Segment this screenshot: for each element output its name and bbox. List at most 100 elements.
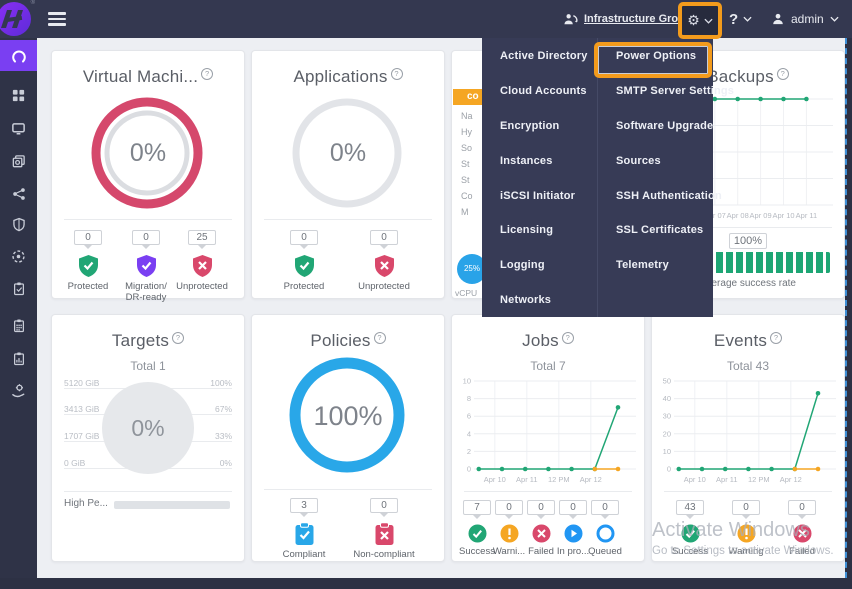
card-targets: Targets? Total 1 5120 GiB 3413 GiB 1707 … <box>51 314 245 562</box>
sidebar-item-dashboard[interactable] <box>0 40 37 71</box>
circle-ring-icon <box>596 524 615 543</box>
stat-unprotected: 25 Unprotected <box>170 227 234 292</box>
help-icon[interactable]: ? <box>172 332 184 344</box>
top-bar: ® Infrastructure Group ? admin <box>0 0 852 38</box>
sidebar-item-support[interactable] <box>0 375 37 406</box>
menu-item-sources[interactable]: Sources <box>598 143 713 178</box>
card-virtual-machines: Virtual Machi...? 0% 0 Protected 0 Migra… <box>51 50 245 299</box>
user-label: admin <box>791 12 824 26</box>
svg-text:40: 40 <box>663 394 671 403</box>
menu-item-active-directory[interactable]: Active Directory <box>482 39 597 74</box>
svg-text:0: 0 <box>667 465 671 474</box>
svg-text:Apr 08: Apr 08 <box>727 211 749 220</box>
help-icon[interactable]: ? <box>770 332 782 344</box>
gauge-icon <box>11 48 27 64</box>
card-title: Events? <box>652 331 844 351</box>
group-switcher[interactable]: Infrastructure Group <box>563 0 692 38</box>
card-jobs: Jobs? Total 7 Apr 10Apr 1112 PMApr 12108… <box>451 314 645 562</box>
policies-percent: 100% <box>252 401 444 432</box>
menu-item-telemetry[interactable]: Telemetry <box>598 248 713 283</box>
hycu-logo[interactable]: ® <box>0 2 31 36</box>
menu-item-software-upgrade[interactable]: Software Upgrade <box>598 109 713 144</box>
stat-migration: 0 Migration/DR-ready <box>114 227 178 303</box>
targets-total: Total 1 <box>52 359 244 373</box>
clipboard-check-icon <box>294 522 315 546</box>
card-title: Targets? <box>52 331 244 351</box>
stat-unprotected: 0 Unprotected <box>352 227 416 292</box>
help-icon[interactable]: ? <box>201 68 213 80</box>
report-chart-icon <box>12 351 26 366</box>
hycu-dashboard: { "topbar": { "group_label": "Infrastruc… <box>0 0 852 589</box>
sidebar-item-protection[interactable] <box>0 209 37 240</box>
sidebar-item-topology[interactable] <box>0 178 37 209</box>
sidebar-item-applications[interactable] <box>0 80 37 111</box>
stat-compliant: 3 Compliant <box>272 495 336 560</box>
monitor-icon <box>11 121 26 136</box>
hycu-logo-glyph <box>0 2 31 36</box>
help-label: ? <box>729 11 738 28</box>
stat-protected: 0 Protected <box>56 227 120 292</box>
user-icon <box>771 12 785 26</box>
shield-icon <box>12 217 26 232</box>
help-icon[interactable]: ? <box>777 68 789 80</box>
svg-text:20: 20 <box>663 429 671 438</box>
stat-non-compliant: 0 Non-compliant <box>352 495 416 560</box>
help-icon[interactable]: ? <box>562 332 574 344</box>
sidebar-item-events[interactable] <box>0 310 37 341</box>
svg-text:12 PM: 12 PM <box>748 475 770 484</box>
svg-text:4: 4 <box>467 429 471 438</box>
target-icon <box>11 249 26 264</box>
svg-text:50: 50 <box>663 377 671 386</box>
dashboard-content: Virtual Machi...? 0% 0 Protected 0 Migra… <box>37 38 845 578</box>
sidebar-item-reports[interactable] <box>0 343 37 374</box>
menu-item-ssh-authentication[interactable]: SSH Authentication <box>598 178 713 213</box>
sidebar-item-snapshots[interactable] <box>0 146 37 177</box>
menu-item-networks[interactable]: Networks <box>482 283 597 318</box>
menu-item-ssl-certificates[interactable]: SSL Certificates <box>598 213 713 248</box>
help-icon[interactable]: ? <box>391 68 403 80</box>
card-title: Policies? <box>252 331 444 351</box>
menu-item-power-options[interactable]: Power Options <box>598 39 713 74</box>
applications-percent: 0% <box>252 139 444 168</box>
blue-dashed-guide <box>845 38 847 578</box>
svg-text:Apr 11: Apr 11 <box>716 475 738 484</box>
share-icon <box>12 187 26 201</box>
help-menu[interactable]: ? <box>729 0 752 38</box>
card-title: Virtual Machi...? <box>52 67 244 87</box>
svg-text:Apr 12: Apr 12 <box>780 475 802 484</box>
group-switch-icon <box>563 12 578 27</box>
menu-item-iscsi-initiator[interactable]: iSCSI Initiator <box>482 178 597 213</box>
shield-check-icon <box>135 254 158 278</box>
menu-item-licensing[interactable]: Licensing <box>482 213 597 248</box>
svg-text:6: 6 <box>467 412 471 421</box>
jobs-chart: Apr 10Apr 1112 PMApr 121086420 <box>458 373 640 492</box>
jobs-total: Total 7 <box>452 359 644 373</box>
sidebar-item-targets[interactable] <box>0 241 37 272</box>
hamburger-menu-icon[interactable] <box>48 12 66 29</box>
svg-text:8: 8 <box>467 394 471 403</box>
menu-item-smtp-server-settings[interactable]: SMTP Server Settings <box>598 74 713 109</box>
sidebar-item-jobs[interactable] <box>0 273 37 304</box>
left-sidebar <box>0 38 37 578</box>
menu-item-instances[interactable]: Instances <box>482 143 597 178</box>
menu-item-cloud-accounts[interactable]: Cloud Accounts <box>482 74 597 109</box>
chevron-down-icon <box>704 18 713 24</box>
shield-x-icon <box>191 254 214 278</box>
menu-item-logging[interactable]: Logging <box>482 248 597 283</box>
vcpu-label: vCPU <box>455 288 477 298</box>
sidebar-item-virtual-machines[interactable] <box>0 113 37 144</box>
card-title: Jobs? <box>452 331 644 351</box>
settings-gear-menu[interactable]: ⚙ <box>682 6 718 35</box>
windows-activation-watermark: Activate Windows <box>652 519 810 542</box>
svg-text:Apr 10: Apr 10 <box>484 475 506 484</box>
menu-item-encryption[interactable]: Encryption <box>482 109 597 144</box>
targets-usage-circle: 0% <box>102 382 194 474</box>
vm-percent: 0% <box>52 139 244 168</box>
user-menu[interactable]: admin <box>771 0 839 38</box>
svg-text:12 PM: 12 PM <box>548 475 570 484</box>
clipboard-x-icon <box>374 522 395 546</box>
help-icon[interactable]: ? <box>374 332 386 344</box>
group-label[interactable]: Infrastructure Group <box>584 13 692 25</box>
chevron-down-icon <box>830 16 839 22</box>
svg-text:Apr 12: Apr 12 <box>580 475 602 484</box>
